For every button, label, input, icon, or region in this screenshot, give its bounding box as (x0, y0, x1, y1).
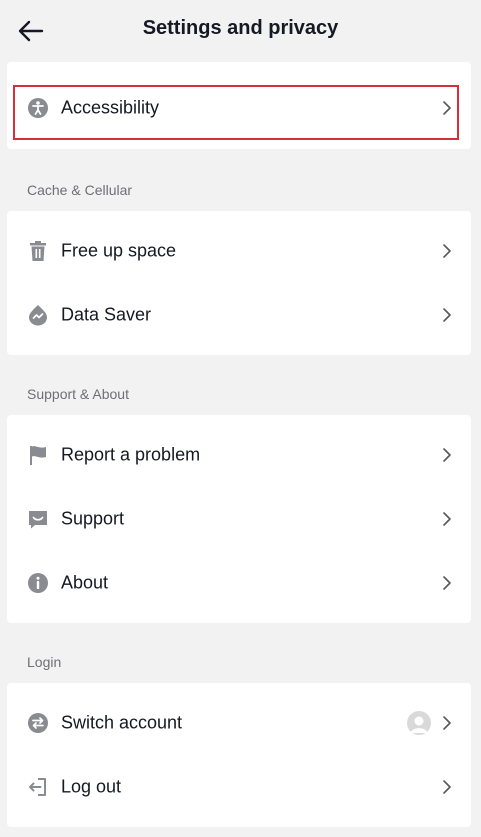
accessibility-row[interactable]: Accessibility (7, 80, 471, 136)
log-out-row[interactable]: Log out (7, 755, 471, 819)
trash-icon (27, 240, 49, 262)
about-label: About (61, 572, 109, 593)
chat-icon (27, 508, 49, 530)
chevron-right-icon (443, 448, 451, 462)
section-heading-login: Login (27, 654, 62, 670)
top-bar: Settings and privacy (0, 0, 481, 62)
section-heading-support: Support & About (27, 386, 129, 402)
chevron-right-icon (443, 780, 451, 794)
chevron-right-icon (443, 308, 451, 322)
avatar (407, 711, 431, 735)
chevron-right-icon (443, 716, 451, 730)
chevron-right-icon (443, 244, 451, 258)
support-label: Support (61, 508, 125, 529)
free-up-space-label: Free up space (61, 240, 177, 261)
report-problem-row[interactable]: Report a problem (7, 423, 471, 487)
log-out-label: Log out (61, 776, 122, 797)
switch-account-label: Switch account (61, 712, 183, 733)
chevron-right-icon (443, 101, 451, 115)
data-saver-row[interactable]: Data Saver (7, 283, 471, 347)
login-card: Switch account Log out (7, 683, 471, 827)
cache-card: Free up space Data Saver (7, 211, 471, 355)
support-row[interactable]: Support (7, 487, 471, 551)
about-row[interactable]: About (7, 551, 471, 615)
accessibility-label: Accessibility (61, 97, 160, 118)
switch-account-row[interactable]: Switch account (7, 691, 471, 755)
chevron-right-icon (443, 512, 451, 526)
data-saver-icon (27, 304, 49, 326)
support-card: Report a problem Support About (7, 415, 471, 623)
free-up-space-row[interactable]: Free up space (7, 219, 471, 283)
section-heading-cache: Cache & Cellular (27, 182, 133, 198)
accessibility-icon (27, 97, 49, 119)
switch-account-icon (27, 712, 49, 734)
flag-icon (27, 444, 49, 466)
logout-icon (27, 776, 49, 798)
data-saver-label: Data Saver (61, 304, 152, 325)
info-icon (27, 572, 49, 594)
chevron-right-icon (443, 576, 451, 590)
accessibility-card: Accessibility (7, 62, 471, 149)
report-problem-label: Report a problem (61, 444, 201, 465)
page-title: Settings and privacy (142, 17, 339, 39)
